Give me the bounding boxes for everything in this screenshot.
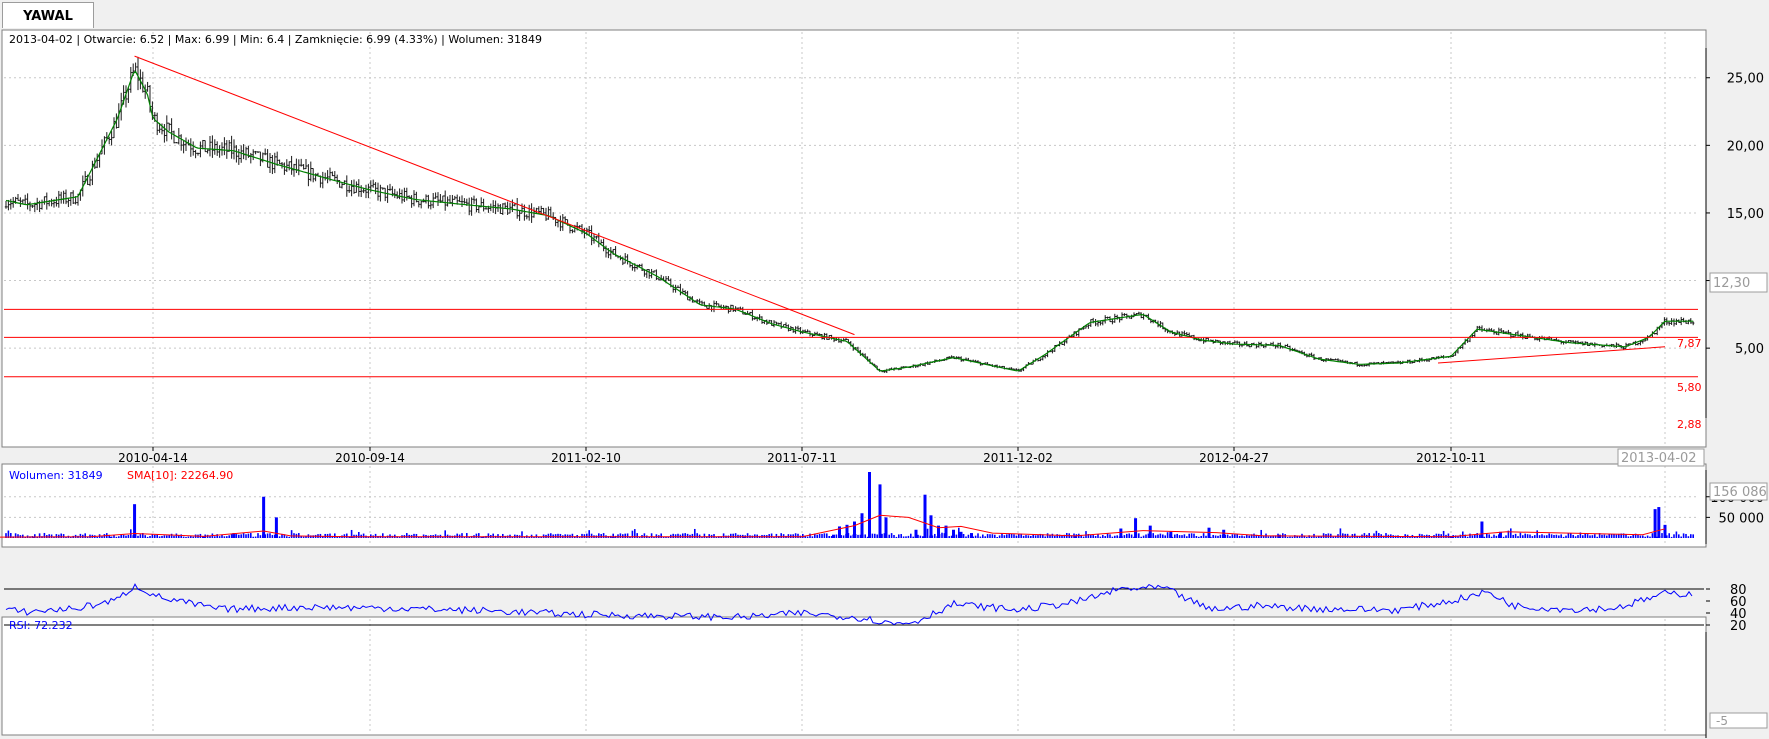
y-tick-label: 15,00: [1727, 207, 1764, 222]
volume-spike-bar: [860, 513, 864, 538]
level-label-288: 2,88: [1677, 418, 1702, 431]
volume-spike-bar: [929, 515, 933, 538]
rsi-panel: [1, 616, 1707, 736]
volume-spike-bar: [1222, 529, 1226, 538]
volume-sma-label: SMA[10]: 22264.90: [127, 469, 233, 482]
volume-spike-bar: [868, 472, 871, 538]
volume-spike-bar: [914, 529, 918, 538]
volume-spike-bar: [878, 484, 882, 538]
volume-spike-bar: [970, 533, 973, 538]
y-tick-label: 20: [1730, 619, 1747, 634]
volume-spike-bar: [108, 536, 112, 538]
volume-spike-bar: [1663, 524, 1667, 538]
chart-frame: [0, 28, 1769, 739]
chart-area[interactable]: 2010-04-14 2010-09-14 2011-02-10 2011-07-11…: [0, 28, 1769, 739]
volume-spike-bar: [1653, 509, 1657, 538]
level-label-580: 5,80: [1677, 381, 1702, 394]
volume-spike-bar: [923, 494, 927, 538]
volume-spike-bar: [884, 517, 888, 538]
volume-spike-bar: [1169, 531, 1173, 538]
y-tick-label: 25,00: [1727, 72, 1764, 87]
x-tick-label: 2011-02-10: [551, 451, 621, 465]
volume-spike-bar: [853, 521, 856, 538]
price-panel: [1, 29, 1707, 448]
x-tick-label: 2011-12-02: [983, 451, 1053, 465]
y-tick-label: 20,00: [1727, 139, 1764, 154]
rsi-label: RSI: 72.232: [9, 619, 73, 632]
volume-spike-bar: [1119, 528, 1123, 538]
volume-spike-bar: [1148, 525, 1152, 538]
volume-spike-bar: [952, 529, 955, 538]
volume-spike-bar: [133, 504, 137, 538]
tab-yawal[interactable]: YAWAL: [2, 2, 94, 29]
x-tick-label: 2011-07-11: [767, 451, 837, 465]
volume-label: Wolumen: 31849: [9, 469, 103, 482]
x-tick-label: 2010-09-14: [335, 451, 405, 465]
y-tick-label: 50 000: [1719, 511, 1765, 526]
y-tick-label: 5,00: [1735, 342, 1764, 357]
volume-spike-bar: [274, 517, 278, 538]
info-bar: 2013-04-02 | Otwarcie: 6.52 | Max: 6.99 …: [9, 33, 542, 46]
volume-spike-bar: [1657, 507, 1661, 538]
price-value-box-text: 12,30: [1713, 276, 1750, 291]
x-tick-label: 2010-04-14: [118, 451, 188, 465]
volume-spike-bar: [1134, 518, 1138, 538]
volume-spike-bar: [959, 531, 963, 538]
x-tick-label: 2012-10-11: [1416, 451, 1486, 465]
volume-spike-bar: [1480, 521, 1484, 538]
volume-value-box-text: 156 086: [1713, 485, 1767, 500]
level-label-787: 7,87: [1677, 337, 1702, 350]
volume-spike-bar: [262, 496, 266, 538]
volume-spike-bar: [832, 534, 835, 538]
rsi-value-box-text: -5: [1716, 714, 1728, 728]
volume-spike-bar: [202, 536, 206, 538]
date-value-box-text: 2013-04-02: [1621, 451, 1697, 466]
x-tick-label: 2012-04-27: [1199, 451, 1269, 465]
tab-bar: YAWAL: [0, 0, 1769, 29]
